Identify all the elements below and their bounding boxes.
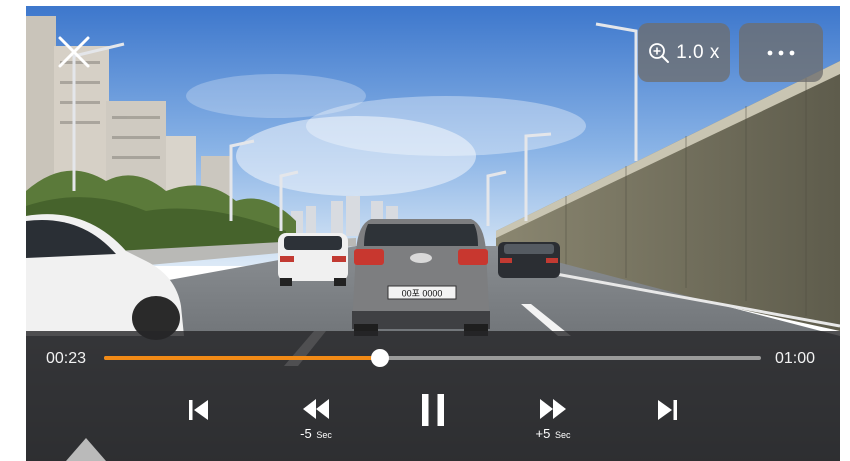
pause-icon — [422, 394, 444, 426]
close-button[interactable] — [56, 34, 92, 70]
more-icon — [767, 50, 795, 55]
seek-progress — [104, 356, 380, 360]
zoom-button[interactable]: 1.0 x — [638, 23, 730, 82]
more-options-button[interactable] — [739, 23, 823, 82]
fast-forward-icon — [540, 399, 566, 419]
seek-thumb[interactable] — [370, 349, 389, 367]
video-player: 00포 0000 1.0 x 00:23 01:00 -5 Sec +5 Sec — [26, 6, 840, 461]
forward-5-sec-button[interactable]: +5 Sec — [531, 397, 575, 447]
next-button[interactable] — [654, 397, 680, 423]
skip-previous-icon — [189, 400, 208, 420]
rewind-5-sec-button[interactable]: -5 Sec — [296, 397, 336, 447]
current-time: 00:23 — [46, 350, 87, 367]
seek-bar[interactable] — [104, 349, 761, 367]
zoom-in-icon — [649, 42, 670, 63]
forward-caption: +5 Sec — [535, 426, 571, 441]
total-duration: 01:00 — [775, 350, 816, 367]
collapse-tab-indicator[interactable] — [66, 438, 106, 461]
rewind-caption: -5 Sec — [300, 426, 332, 441]
zoom-level-label: 1.0 x — [676, 41, 720, 63]
close-icon — [58, 36, 90, 68]
playback-controls: 00:23 01:00 -5 Sec +5 Sec — [26, 331, 840, 461]
pause-button[interactable] — [421, 393, 445, 427]
previous-button[interactable] — [186, 397, 212, 423]
skip-next-icon — [658, 400, 677, 420]
rewind-icon — [303, 399, 329, 419]
license-plate-text: 00포 0000 — [402, 289, 443, 299]
